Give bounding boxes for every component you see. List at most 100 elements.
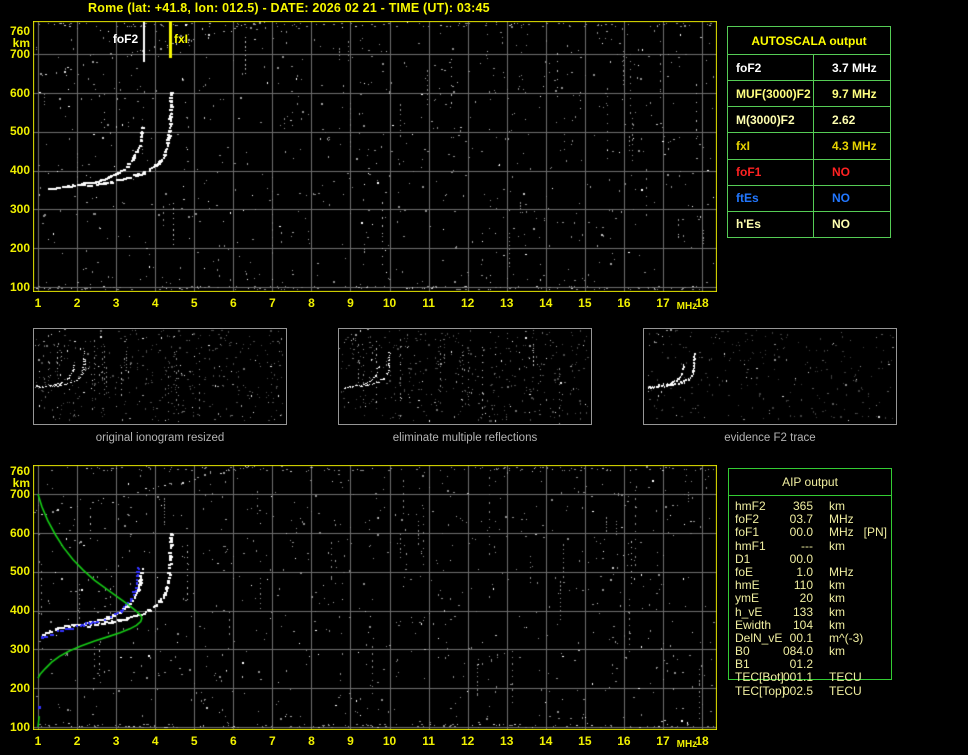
y-tick-label: 500 (9, 564, 30, 579)
aip-row-unit: km (829, 538, 845, 553)
autoscala-row-value: NO (832, 191, 850, 206)
autoscala-row-value: 2.62 (832, 112, 856, 127)
thumbnail-canvas-3 (644, 329, 896, 424)
x-tick-label: 4 (151, 734, 159, 748)
x-tick-label: 7 (269, 734, 276, 748)
aip-row-value: 00.0 (789, 525, 813, 540)
autoscala-row-M(3000)F2: M(3000)F2 2.62 (728, 107, 890, 134)
aip-row-value: 00.0 (789, 551, 813, 566)
aip-row-value: 001.1 (782, 670, 813, 685)
aip-row-h_vE: h_vE 133 km (728, 604, 958, 619)
autoscala-table-rows: foF2 3.7 MHz MUF(3000)F2 9.7 MHz M(3000)F2 2.… (728, 55, 890, 237)
x-tick-label: 16 (617, 296, 631, 310)
x-tick-label: 15 (578, 296, 592, 310)
x-tick-label: 2 (73, 296, 81, 310)
aip-row-TEC[Bot]: TEC[Bot] 001.1 TECU (728, 671, 958, 684)
thumbnail-canvas-1 (34, 329, 286, 424)
autoscala-row-value: NO (832, 217, 850, 232)
x-tick-label: 10 (382, 734, 397, 748)
aip-row-TEC[Top]: TEC[Top] 002.5 TECU (728, 683, 958, 698)
x-tick-label: 13 (500, 296, 514, 310)
autoscala-row-fxI: fxI 4.3 MHz (728, 133, 890, 160)
x-tick-label: 9 (347, 734, 354, 748)
foF2-marker-label: foF2 (112, 32, 139, 46)
autoscala-row-foF2: foF2 3.7 MHz (728, 55, 890, 82)
y-tick-label: 200 (9, 680, 30, 695)
page-title: Rome (lat: +41.8, lon: 012.5) - DATE: 20… (88, 1, 490, 15)
aip-row-hmF1: hmF1 --- km (728, 538, 958, 553)
x-tick-label: 12 (460, 296, 475, 310)
y-tick-label: 300 (9, 201, 30, 216)
aip-row-unit: TECU (829, 683, 862, 698)
x-tick-label: 1 (34, 296, 42, 310)
x-tick-label: 14 (539, 296, 553, 310)
autoscala-row-value: 9.7 MHz (832, 86, 877, 101)
y-tick-label: 100 (9, 719, 30, 734)
y-tick-label: 100 (9, 279, 30, 294)
autoscala-row-value: 3.7 MHz (832, 60, 877, 75)
x-tick-label: 13 (500, 734, 514, 748)
aip-row-ymE: ymE 20 km (728, 592, 958, 605)
x-tick-label: 14 (539, 734, 553, 748)
x-axis-unit-label: MHz (676, 301, 698, 312)
x-tick-label: 3 (112, 734, 120, 748)
aip-row-unit: km (829, 604, 845, 619)
y-tick-label: 500 (9, 124, 30, 139)
top-ionogram-canvas (33, 21, 717, 292)
bottom-ionogram-canvas (33, 465, 717, 730)
thumbnail-2 (338, 328, 592, 425)
x-tick-label: 3 (112, 296, 120, 310)
x-tick-label: 15 (578, 734, 592, 748)
aip-row-Ewidth: Ewidth 104 km (728, 617, 958, 632)
x-tick-label: 5 (190, 296, 198, 310)
autoscala-row-MUF(3000)F2: MUF(3000)F2 9.7 MHz (728, 81, 890, 108)
y-axis-unit-label: km (12, 476, 30, 490)
aip-row-unit: km (829, 644, 845, 659)
autoscala-row-label: foF2 (728, 55, 814, 81)
autoscala-output-table: AUTOSCALA output foF2 3.7 MHz MUF(3000)F2 9… (727, 26, 891, 238)
autoscala-row-h'Es: h'Es NO (728, 211, 890, 237)
autoscala-row-value: 4.3 MHz (832, 138, 877, 153)
aip-row-value: 104 (792, 617, 813, 632)
aip-row-unit: km (829, 591, 845, 606)
y-tick-label: 200 (9, 240, 30, 255)
aip-table-rows: hmF2 365 km foF2 03.7 MHz foF1 00.0 MHz [PN] hmF1-… (728, 499, 958, 698)
x-tick-label: 4 (151, 296, 159, 310)
autoscala-row-value: NO (832, 165, 850, 180)
x-tick-label: 6 (229, 734, 237, 748)
x-tick-label: 12 (460, 734, 475, 748)
x-tick-label: 10 (382, 296, 397, 310)
aip-row-value: 20 (799, 591, 813, 606)
autoscala-row-label: ftEs (728, 185, 814, 211)
x-axis-unit-label: MHz (676, 739, 698, 750)
y-tick-label: 400 (9, 163, 30, 178)
x-tick-label: 11 (422, 734, 435, 748)
thumbnail-1 (33, 328, 287, 425)
thumbnail-3 (643, 328, 897, 425)
y-tick-label: 400 (9, 603, 30, 618)
thumbnail-label-1: original ionogram resized (95, 432, 225, 444)
y-tick-label: 300 (9, 641, 30, 656)
x-tick-label: 17 (656, 734, 670, 748)
aip-row-extra: [PN] (863, 525, 888, 540)
x-tick-label: 9 (347, 296, 354, 310)
aip-row-unit: MHz (829, 525, 854, 540)
autoscala-row-label: fxI (728, 133, 814, 159)
x-tick-label: 1 (34, 734, 42, 748)
x-tick-label: 8 (308, 296, 315, 310)
x-tick-label: 6 (229, 296, 237, 310)
thumbnail-label-2: eliminate multiple reflections (392, 432, 538, 444)
thumbnail-canvas-2 (339, 329, 591, 424)
aip-row-foF1: foF1 00.0 MHz [PN] (728, 526, 958, 539)
x-tick-label: 17 (656, 296, 670, 310)
x-tick-label: 11 (422, 296, 435, 310)
autoscala-row-label: M(3000)F2 (728, 107, 814, 133)
x-tick-label: 5 (190, 734, 198, 748)
aip-row-unit: TECU (829, 670, 862, 685)
aip-row-D1: D1 00.0 (728, 551, 958, 566)
autoscala-row-label: h'Es (728, 211, 814, 237)
thumbnail-label-3: evidence F2 trace (724, 432, 816, 444)
autoscala-row-ftEs: ftEs NO (728, 185, 890, 212)
y-tick-label: 600 (9, 85, 30, 100)
x-tick-label: 7 (269, 296, 276, 310)
